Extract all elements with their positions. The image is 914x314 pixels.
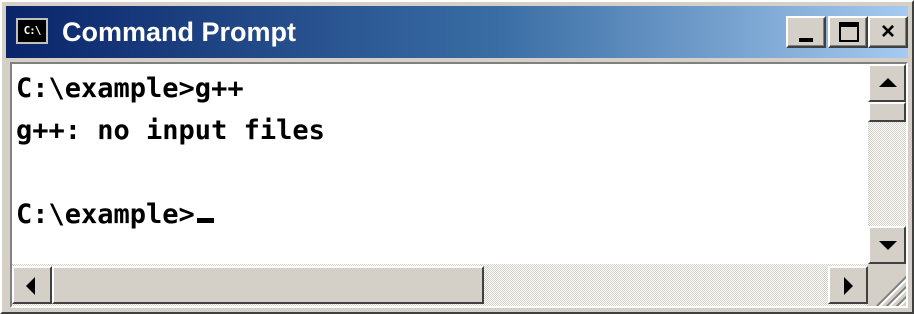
text-cursor [196, 218, 214, 223]
arrow-right-icon [844, 277, 853, 295]
console-line: C:\example>g++ [16, 73, 244, 104]
horizontal-scrollbar[interactable] [12, 264, 868, 306]
console-icon[interactable]: C:\ [16, 18, 48, 44]
arrow-left-icon [26, 277, 35, 295]
close-icon: × [880, 18, 895, 45]
console-line: g++: no input files [16, 115, 325, 146]
console-prompt-line[interactable]: C:\example> [16, 194, 214, 236]
maximize-icon [839, 22, 859, 42]
console-output[interactable]: C:\example>g++ g++: no input files C:\ex… [12, 64, 868, 264]
scroll-left-button[interactable] [12, 266, 52, 304]
resize-grip[interactable] [868, 264, 906, 306]
console-frame: C:\example>g++ g++: no input files C:\ex… [10, 62, 908, 308]
minimize-button[interactable] [786, 16, 826, 48]
horizontal-scroll-thumb[interactable] [52, 266, 484, 304]
title-bar[interactable]: C:\ Command Prompt × [6, 6, 908, 58]
vertical-scroll-thumb[interactable] [868, 102, 906, 122]
console-prompt: C:\example> [16, 199, 195, 230]
scroll-right-button[interactable] [828, 266, 868, 304]
command-prompt-window: C:\ Command Prompt × C:\example>g++ g++:… [0, 0, 914, 314]
window-title: Command Prompt [62, 17, 297, 47]
minimize-icon [799, 38, 813, 42]
vertical-scrollbar[interactable] [868, 64, 906, 264]
scroll-up-button[interactable] [868, 64, 906, 102]
maximize-button[interactable] [828, 16, 868, 48]
arrow-down-icon [879, 241, 897, 250]
arrow-up-icon [879, 78, 897, 87]
scroll-down-button[interactable] [868, 226, 906, 264]
close-button[interactable]: × [868, 16, 908, 48]
